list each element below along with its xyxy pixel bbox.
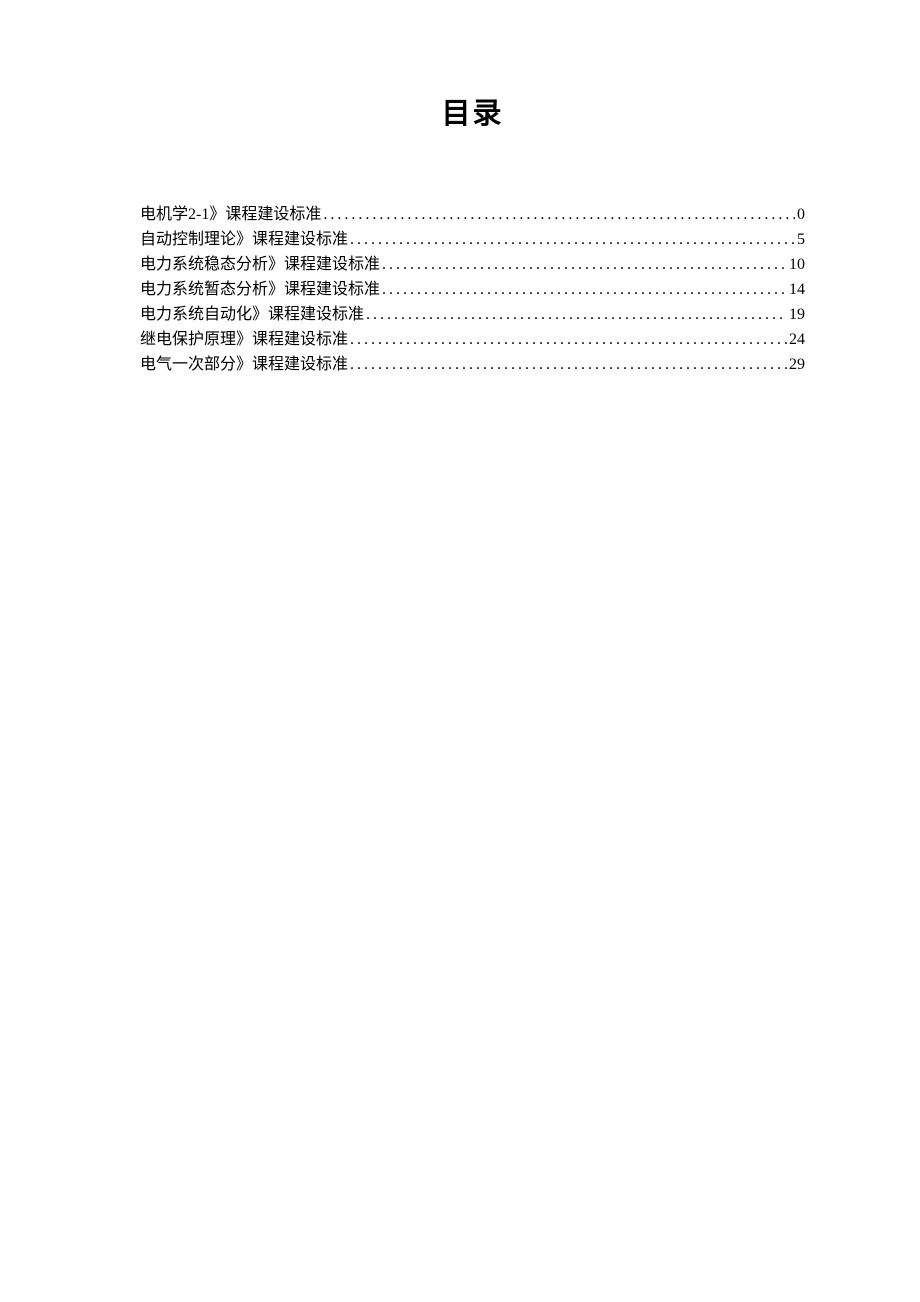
toc-entry-page: 14 — [789, 277, 805, 302]
toc-entry: 电力系统稳态分析》课程建设标准 10 — [140, 252, 805, 277]
toc-entry-page: 24 — [789, 327, 805, 352]
toc-leader-dots — [382, 277, 787, 302]
toc-entry-label: 自动控制理论》课程建设标准 — [140, 227, 348, 252]
toc-entry: 电力系统暂态分析》课程建设标准 14 — [140, 277, 805, 302]
toc-entry-label: 电力系统稳态分析》课程建设标准 — [140, 252, 380, 277]
table-of-contents: 电机学2-1》课程建设标准 0 自动控制理论》课程建设标准 5 电力系统稳态分析… — [140, 202, 805, 377]
toc-entry-page: 19 — [789, 302, 805, 327]
toc-entry-page: 0 — [797, 202, 805, 227]
toc-entry-label: 继电保护原理》课程建设标准 — [140, 327, 348, 352]
toc-entry-label: 电力系统暂态分析》课程建设标准 — [140, 277, 380, 302]
toc-leader-dots — [382, 252, 787, 277]
toc-entry-page: 10 — [789, 252, 805, 277]
toc-entry-page: 29 — [789, 352, 805, 377]
toc-entry: 电机学2-1》课程建设标准 0 — [140, 202, 805, 227]
toc-entry-page: 5 — [797, 227, 805, 252]
toc-entry-label: 电气一次部分》课程建设标准 — [140, 352, 348, 377]
toc-leader-dots — [350, 327, 787, 352]
toc-leader-dots — [323, 202, 795, 227]
page-title: 目录 — [140, 90, 805, 132]
toc-entry: 继电保护原理》课程建设标准 24 — [140, 327, 805, 352]
toc-leader-dots — [350, 227, 795, 252]
toc-entry: 电力系统自动化》课程建设标准 19 — [140, 302, 805, 327]
toc-entry: 电气一次部分》课程建设标准 29 — [140, 352, 805, 377]
toc-leader-dots — [366, 302, 787, 327]
toc-entry-label: 电力系统自动化》课程建设标准 — [140, 302, 364, 327]
document-page: 目录 电机学2-1》课程建设标准 0 自动控制理论》课程建设标准 5 电力系统稳… — [0, 0, 920, 377]
toc-entry: 自动控制理论》课程建设标准 5 — [140, 227, 805, 252]
toc-leader-dots — [350, 352, 787, 377]
toc-entry-label: 电机学2-1》课程建设标准 — [140, 202, 321, 227]
